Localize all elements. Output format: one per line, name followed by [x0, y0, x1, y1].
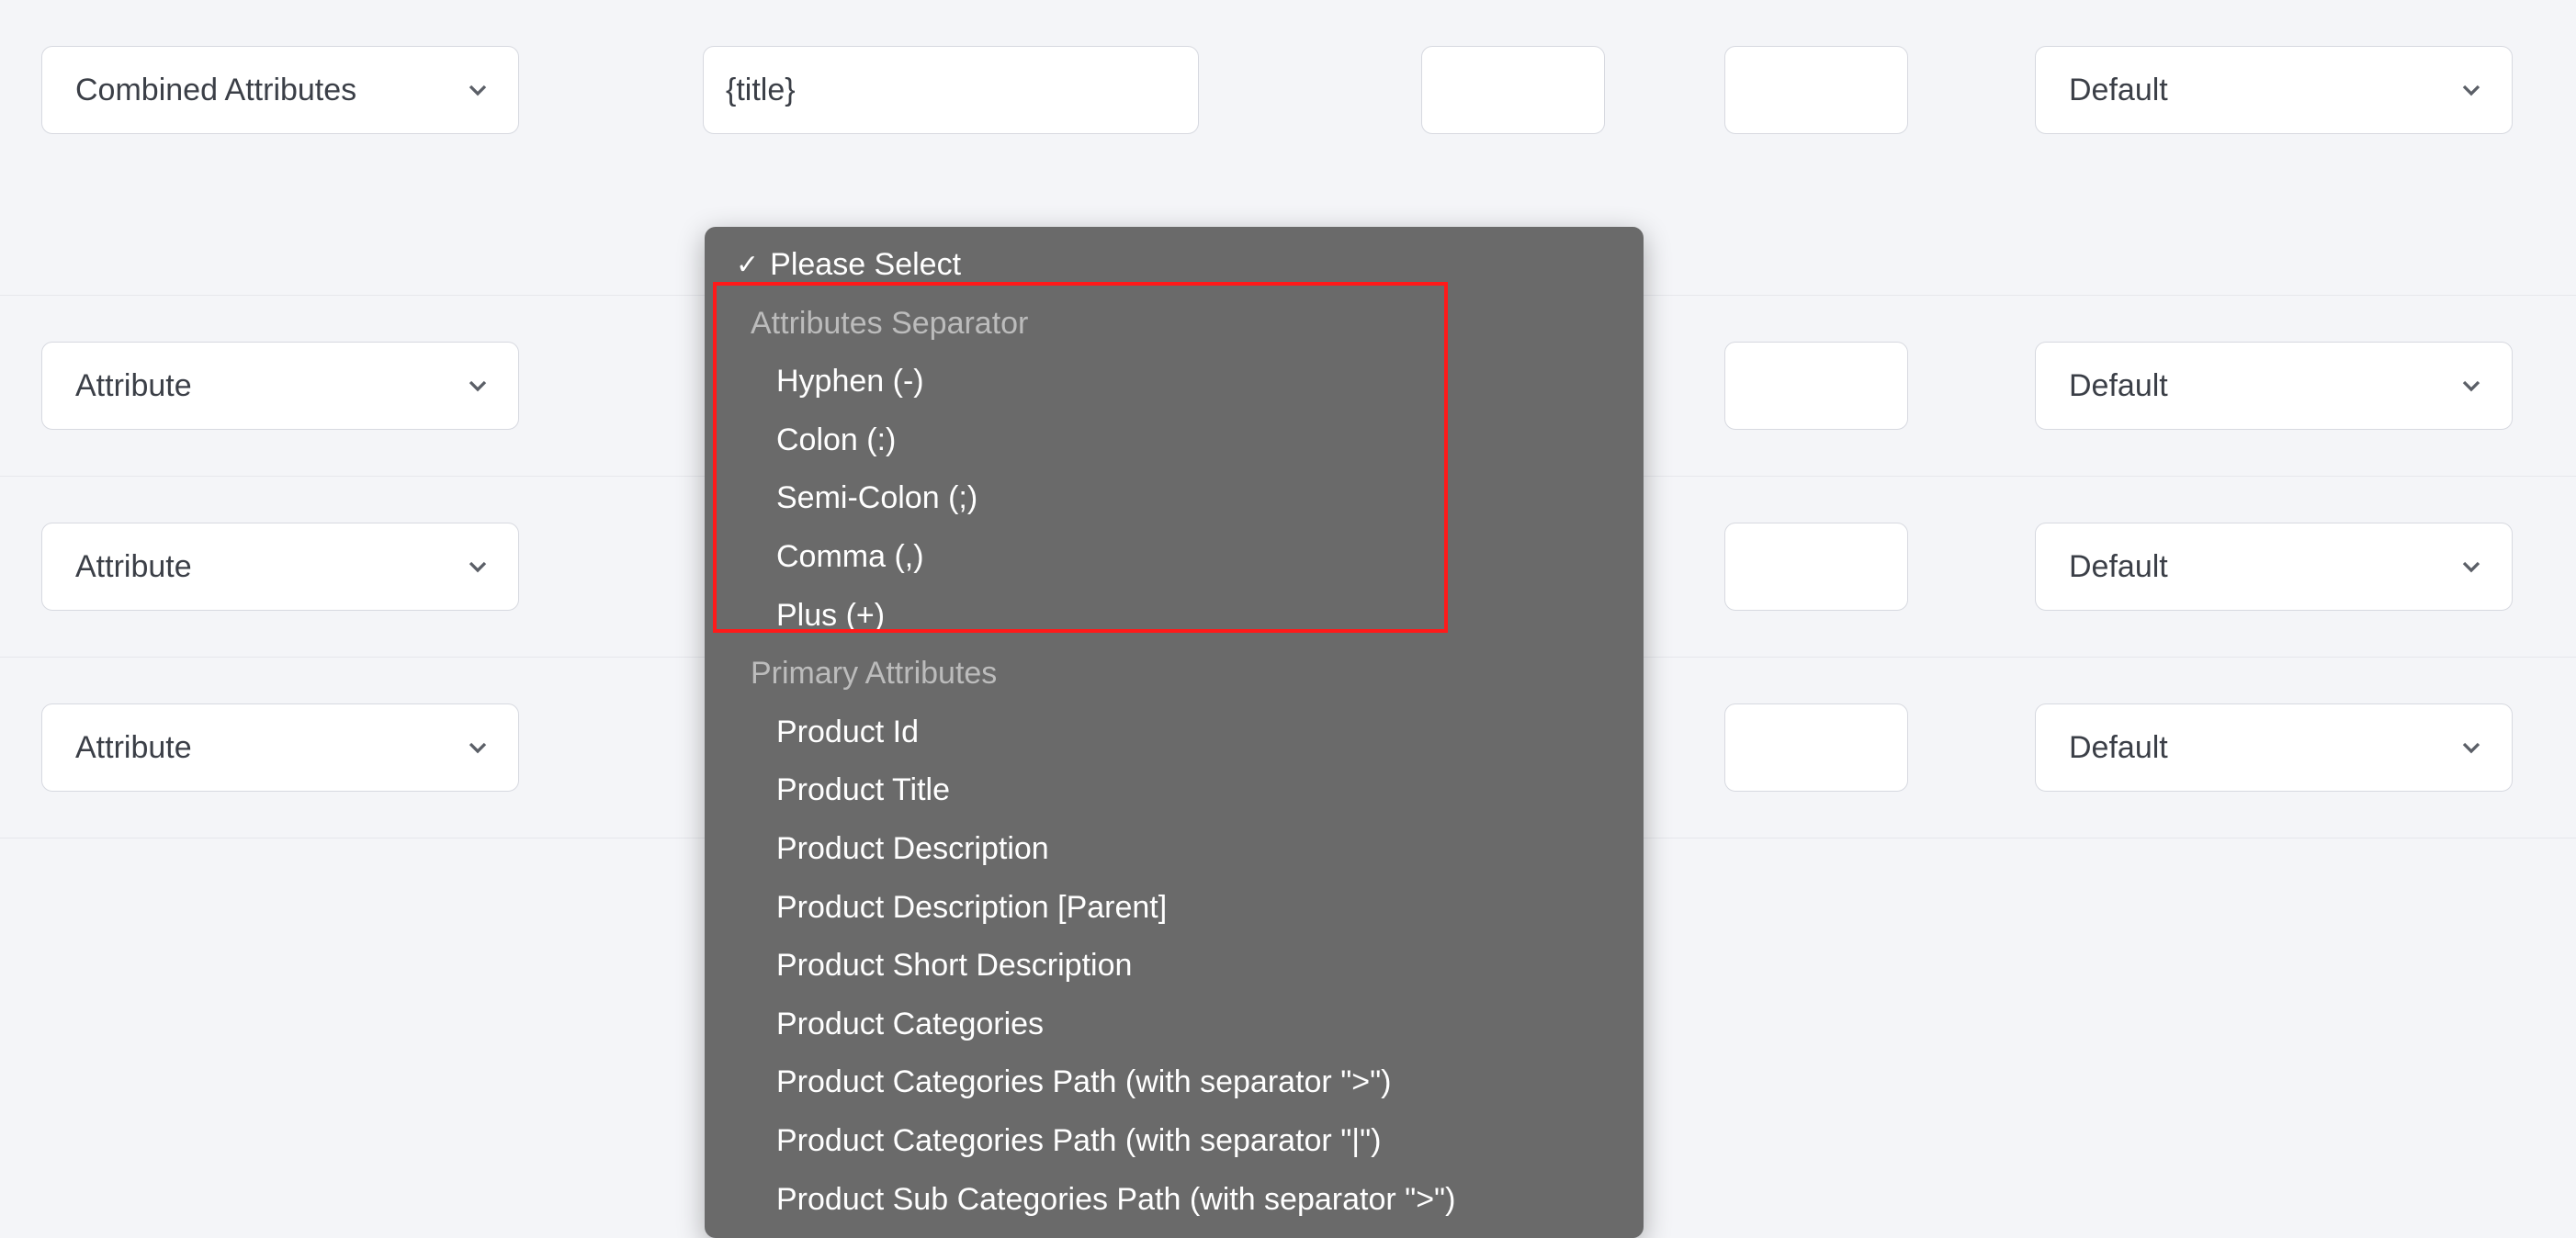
type-select[interactable]: Attribute — [41, 523, 519, 611]
dropdown-item[interactable]: Product Title — [705, 761, 1644, 820]
chevron-down-icon — [2457, 552, 2486, 581]
output-select-label: Default — [2069, 730, 2168, 766]
suffix-input[interactable] — [1724, 523, 1908, 611]
type-select[interactable]: Attribute — [41, 342, 519, 430]
chevron-down-icon — [2457, 75, 2486, 105]
dropdown-item[interactable]: Product Categories Path (with separator … — [705, 1053, 1644, 1112]
dropdown-item[interactable]: Hyphen (-) — [705, 353, 1644, 411]
chevron-down-icon — [463, 371, 492, 400]
output-select-label: Default — [2069, 73, 2168, 108]
type-select-label: Attribute — [75, 368, 192, 404]
type-select-label: Attribute — [75, 730, 192, 766]
chevron-down-icon — [2457, 733, 2486, 762]
dropdown-item[interactable]: Product Description [Parent] — [705, 879, 1644, 938]
suffix-input[interactable] — [1724, 703, 1908, 792]
dropdown-item[interactable]: Product Id — [705, 703, 1644, 762]
value-input[interactable] — [703, 46, 1199, 134]
chevron-down-icon — [463, 552, 492, 581]
dropdown-group-label: Attributes Separator — [705, 295, 1644, 354]
dropdown-item[interactable]: Product Description — [705, 820, 1644, 879]
dropdown-placeholder-item[interactable]: Please Select — [705, 236, 1644, 295]
prefix-input[interactable] — [1421, 46, 1605, 134]
dropdown-item[interactable]: Product Categories — [705, 996, 1644, 1054]
type-select[interactable]: Combined Attributes — [41, 46, 519, 134]
output-select-label: Default — [2069, 368, 2168, 404]
dropdown-placeholder-label: Please Select — [770, 243, 961, 287]
type-select-label: Combined Attributes — [75, 73, 356, 108]
dropdown-item[interactable]: Colon (:) — [705, 411, 1644, 470]
dropdown-item[interactable]: Product Short Description — [705, 937, 1644, 996]
type-select[interactable]: Attribute — [41, 703, 519, 792]
output-select[interactable]: Default — [2035, 523, 2513, 611]
output-select[interactable]: Default — [2035, 342, 2513, 430]
chevron-down-icon — [463, 75, 492, 105]
dropdown-item[interactable]: Product Sub Categories Path (with separa… — [705, 1171, 1644, 1230]
dropdown-item[interactable]: Semi-Colon (;) — [705, 469, 1644, 528]
attribute-dropdown: Please Select Attributes Separator Hyphe… — [705, 227, 1644, 1238]
output-select-label: Default — [2069, 549, 2168, 585]
dropdown-item[interactable]: Plus (+) — [705, 587, 1644, 646]
suffix-input[interactable] — [1724, 342, 1908, 430]
dropdown-item[interactable]: Product Categories Path (with separator … — [705, 1112, 1644, 1171]
dropdown-group-label: Primary Attributes — [705, 645, 1644, 703]
output-select[interactable]: Default — [2035, 46, 2513, 134]
suffix-input[interactable] — [1724, 46, 1908, 134]
type-select-label: Attribute — [75, 549, 192, 585]
chevron-down-icon — [463, 733, 492, 762]
output-select[interactable]: Default — [2035, 703, 2513, 792]
chevron-down-icon — [2457, 371, 2486, 400]
dropdown-item[interactable]: Comma (,) — [705, 528, 1644, 587]
